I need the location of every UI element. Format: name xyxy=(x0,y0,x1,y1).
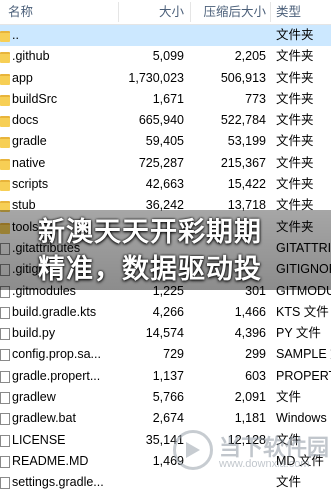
file-size: 4,266 xyxy=(152,304,184,319)
file-size xyxy=(118,25,184,46)
file-type: PROPERT xyxy=(276,368,331,383)
file-type: 文件夹 xyxy=(276,28,314,42)
file-size: 59,405 xyxy=(145,134,184,149)
file-type: 文件夹 xyxy=(276,198,314,213)
file-name: gradle.propert... xyxy=(12,368,101,383)
file-name: README.MD xyxy=(12,453,89,468)
file-compressed-size: 215,367 xyxy=(220,155,266,170)
watermark: 当下软件园 www.downxia.com xyxy=(173,424,329,490)
watermark-logo-icon xyxy=(173,430,213,470)
file-size: 1,671 xyxy=(152,91,184,106)
file-compressed-size: 299 xyxy=(245,347,266,362)
file-name: native xyxy=(12,155,46,170)
file-name: config.prop.sa... xyxy=(12,347,101,362)
file-row[interactable]: gradlew 5,766 2,091 文件 xyxy=(0,387,331,408)
file-row[interactable]: docs 665,940 522,784 文件夹 xyxy=(0,110,331,131)
file-type: PY 文件 xyxy=(276,326,321,341)
file-row[interactable]: gradle 59,405 53,199 文件夹 xyxy=(0,131,331,152)
file-row[interactable]: native 725,287 215,367 文件夹 xyxy=(0,153,331,174)
column-header: 名称 大小 压缩后大小 类型 xyxy=(0,0,331,25)
file-type: 文件夹 xyxy=(276,91,314,106)
file-row[interactable]: .github 5,099 2,205 文件夹 xyxy=(0,46,331,67)
file-name: LICENSE xyxy=(12,432,66,447)
file-size: 1,137 xyxy=(152,368,184,383)
column-type-header[interactable]: 类型 xyxy=(276,0,331,24)
file-name: build.py xyxy=(12,326,56,341)
column-name-header[interactable]: 名称 xyxy=(8,0,108,24)
file-name: gradle xyxy=(12,134,47,149)
column-compressed-size-header[interactable]: 压缩后大小 xyxy=(192,0,266,24)
file-compressed-size: 603 xyxy=(245,368,266,383)
file-name: .github xyxy=(12,49,50,64)
file-compressed-size: 2,205 xyxy=(234,49,266,64)
file-compressed-size: 53,199 xyxy=(227,134,266,149)
file-name: gradlew xyxy=(12,390,56,405)
file-row[interactable]: app 1,730,023 506,913 文件夹 xyxy=(0,68,331,89)
file-size: 665,940 xyxy=(138,113,184,128)
file-name: gradlew.bat xyxy=(12,411,76,426)
file-type: 文件 xyxy=(276,390,302,405)
file-type: SAMPLE 文 xyxy=(276,347,331,362)
column-size-header[interactable]: 大小 xyxy=(120,0,184,24)
file-type: 文件夹 xyxy=(276,70,314,85)
file-type: GITIGNOR xyxy=(276,262,331,277)
file-name: scripts xyxy=(12,177,49,192)
file-compressed-size: 4,396 xyxy=(234,326,266,341)
file-size: 42,663 xyxy=(145,177,184,192)
file-type: 文件夹 xyxy=(276,155,314,170)
file-compressed-size xyxy=(190,25,266,46)
file-type: 文件夹 xyxy=(276,113,314,128)
file-compressed-size: 773 xyxy=(245,91,266,106)
file-type: GITMODUL xyxy=(276,283,331,298)
file-size: 14,574 xyxy=(145,326,184,341)
column-divider[interactable] xyxy=(270,2,271,22)
file-type: KTS 文件 xyxy=(276,304,329,319)
file-name: .. xyxy=(12,28,19,42)
file-row[interactable]: .. 文件夹 xyxy=(0,25,331,47)
file-name: app xyxy=(12,70,33,85)
file-size: 1,730,023 xyxy=(128,70,184,85)
file-row[interactable]: build.gradle.kts 4,266 1,466 KTS 文件 xyxy=(0,302,331,323)
file-row[interactable]: build.py 14,574 4,396 PY 文件 xyxy=(0,323,331,344)
file-type: 文件夹 xyxy=(276,134,314,149)
file-size: 729 xyxy=(163,347,184,362)
file-size: 725,287 xyxy=(138,155,184,170)
promo-text-line2: 精准，数据驱动投 xyxy=(38,254,262,285)
file-row[interactable]: config.prop.sa... 729 299 SAMPLE 文 xyxy=(0,344,331,365)
file-compressed-size: 1,466 xyxy=(234,304,266,319)
file-compressed-size: 2,091 xyxy=(234,390,266,405)
file-size: 5,766 xyxy=(152,390,184,405)
file-compressed-size: 522,784 xyxy=(220,113,266,128)
file-compressed-size: 506,913 xyxy=(220,70,266,85)
file-row[interactable]: scripts 42,663 15,422 文件夹 xyxy=(0,174,331,195)
column-divider[interactable] xyxy=(190,2,191,22)
file-compressed-size: 15,422 xyxy=(227,177,266,192)
file-type: 文件夹 xyxy=(276,49,314,64)
file-type: 文件夹 xyxy=(276,177,314,192)
file-name: build.gradle.kts xyxy=(12,304,97,319)
file-name: settings.gradle... xyxy=(12,475,104,490)
watermark-url: www.downxia.com xyxy=(219,458,310,470)
file-row[interactable]: gradle.propert... 1,137 603 PROPERT xyxy=(0,366,331,387)
column-divider[interactable] xyxy=(118,2,119,22)
promo-text-line1: 新澳天天开彩期期 xyxy=(38,217,262,248)
file-name: buildSrc xyxy=(12,91,58,106)
file-size: 5,099 xyxy=(152,49,184,64)
file-row[interactable]: buildSrc 1,671 773 文件夹 xyxy=(0,89,331,110)
file-type: 文件夹 xyxy=(276,219,314,234)
file-type: GITATTRI xyxy=(276,240,331,255)
file-name: docs xyxy=(12,113,39,128)
